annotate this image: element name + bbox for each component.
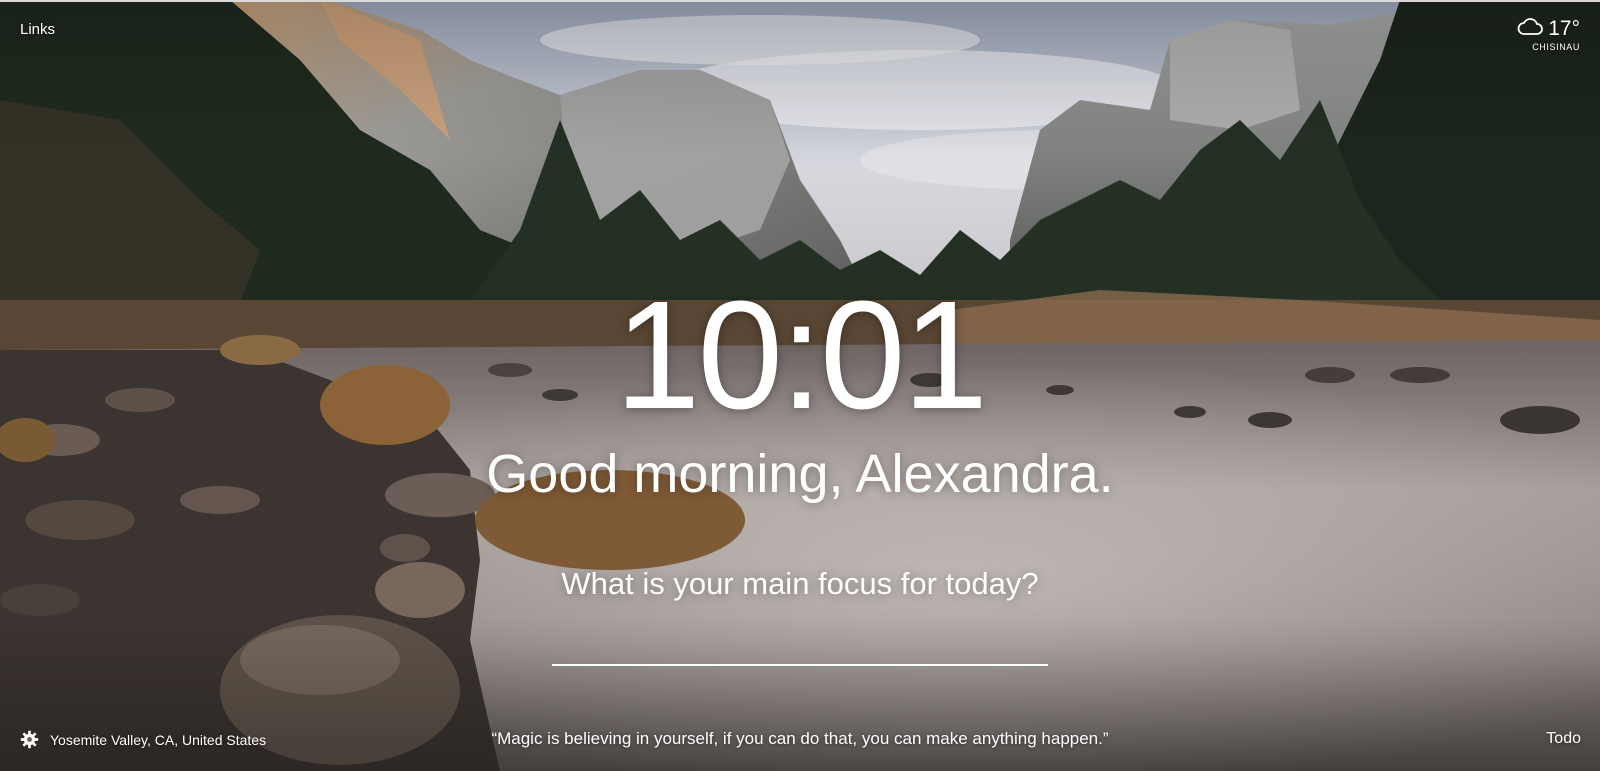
focus-question: What is your main focus for today? — [561, 566, 1039, 601]
cloud-icon — [1517, 16, 1544, 41]
todo-button[interactable]: Todo — [1546, 730, 1581, 748]
weather-top: 17° — [1517, 16, 1580, 41]
weather-temperature: 17° — [1548, 16, 1580, 40]
photo-location[interactable]: Yosemite Valley, CA, United States — [50, 732, 266, 748]
clock: 10:01 — [614, 269, 988, 441]
momentum-dashboard: Links 17° CHISINAU 10:01 Good morning, A… — [0, 0, 1600, 771]
bottom-left: Yosemite Valley, CA, United States — [20, 730, 266, 749]
weather-widget[interactable]: 17° CHISINAU — [1517, 16, 1580, 52]
top-border — [0, 0, 1600, 2]
quote[interactable]: “Magic is believing in yourself, if you … — [300, 729, 1300, 749]
weather-city: CHISINAU — [1532, 42, 1580, 52]
focus-input[interactable] — [552, 626, 1048, 666]
gear-icon[interactable] — [20, 730, 39, 749]
greeting: Good morning, Alexandra. — [486, 444, 1114, 504]
links-button[interactable]: Links — [20, 21, 55, 38]
